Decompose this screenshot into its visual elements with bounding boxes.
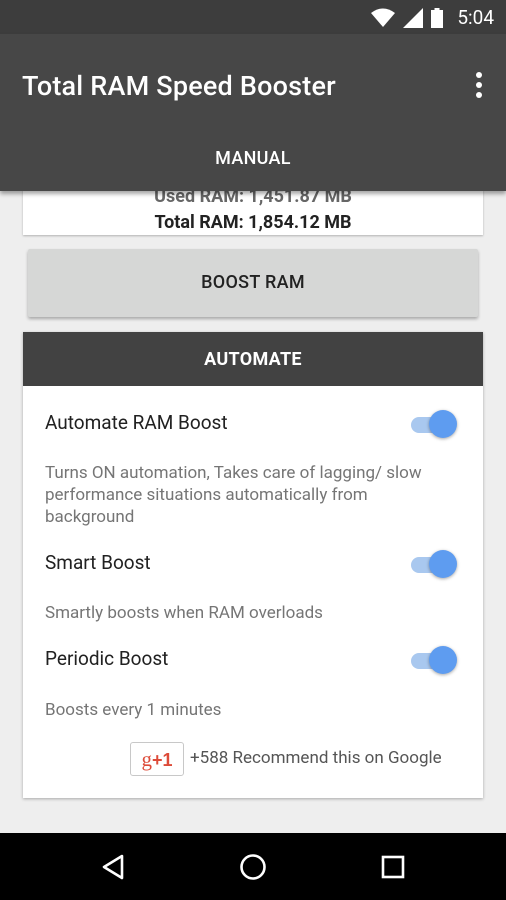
- automate-header: AUTOMATE: [23, 332, 483, 386]
- used-ram-text: Used RAM: 1,451.87 MB: [154, 191, 352, 207]
- periodic-boost-description: Boosts every 1 minutes: [45, 700, 222, 720]
- cell-signal-icon: [403, 7, 424, 28]
- battery-icon: [431, 7, 444, 28]
- back-icon[interactable]: [93, 849, 133, 885]
- automate-ram-boost-toggle[interactable]: [411, 409, 457, 439]
- periodic-boost-toggle[interactable]: [411, 645, 457, 675]
- automate-ram-boost-label: Automate RAM Boost: [45, 411, 228, 434]
- ram-info-card: Used RAM: 1,451.87 MB Total RAM: 1,854.1…: [23, 191, 483, 235]
- google-plus-g-text: g: [141, 747, 152, 771]
- smart-boost-description: Smartly boosts when RAM overloads: [45, 603, 323, 623]
- plus-one-text: +1: [151, 750, 173, 770]
- status-bar: 5:04: [0, 0, 506, 34]
- boost-ram-button[interactable]: BOOST RAM: [28, 249, 478, 317]
- automate-ram-boost-description: Turns ON automation, Takes care of laggi…: [45, 463, 422, 527]
- app-title: Total RAM Speed Booster: [22, 70, 336, 102]
- periodic-boost-label: Periodic Boost: [45, 647, 169, 670]
- status-icons: 5:04: [371, 6, 494, 29]
- smart-boost-toggle[interactable]: [411, 549, 457, 579]
- tab-manual[interactable]: MANUAL: [195, 134, 311, 191]
- smart-boost-label: Smart Boost: [45, 551, 151, 574]
- automate-card: AUTOMATE Automate RAM Boost Turns ON aut…: [23, 332, 483, 798]
- more-vert-icon[interactable]: [474, 72, 484, 98]
- main-content[interactable]: Used RAM: 1,451.87 MB Total RAM: 1,854.1…: [0, 191, 506, 833]
- google-plus-one-button[interactable]: g+1: [130, 742, 184, 776]
- app-bar: Total RAM Speed Booster MANUAL: [0, 34, 506, 191]
- recents-icon[interactable]: [373, 849, 413, 885]
- status-time: 5:04: [457, 6, 494, 29]
- navigation-bar: [0, 833, 506, 900]
- recommend-text: +588 Recommend this on Google: [190, 748, 442, 768]
- home-icon[interactable]: [233, 849, 273, 885]
- total-ram-text: Total RAM: 1,854.12 MB: [154, 212, 352, 233]
- wifi-icon: [371, 8, 396, 27]
